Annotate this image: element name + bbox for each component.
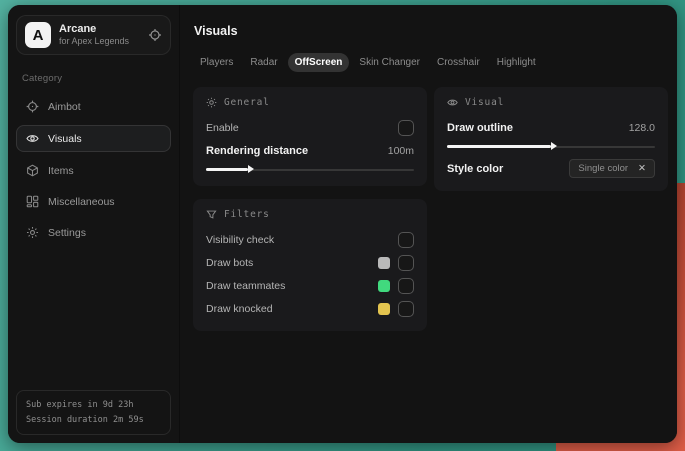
draw-outline-slider[interactable] — [447, 141, 655, 152]
cube-icon — [26, 164, 39, 177]
sidebar-item-label: Settings — [48, 226, 86, 239]
sidebar-item-label: Visuals — [48, 132, 82, 145]
sun-icon — [206, 97, 217, 108]
general-panel: General Enable Rendering distance 100m — [193, 87, 427, 186]
general-panel-title: General — [224, 97, 270, 108]
enable-row: Enable — [206, 117, 414, 138]
page-title: Visuals — [194, 24, 238, 38]
draw-knocked-checkbox[interactable] — [398, 300, 414, 317]
sidebar: A Arcane for Apex Legends Category Aimbo… — [8, 5, 180, 443]
filters-panel: Filters Visibility check Draw bots Draw … — [193, 199, 427, 331]
draw-bots-checkbox[interactable] — [398, 254, 414, 271]
tab-bar: Players Radar OffScreen Skin Changer Cro… — [193, 53, 668, 72]
tab-players[interactable]: Players — [193, 53, 240, 72]
crosshair-icon — [26, 100, 39, 113]
draw-teammates-row: Draw teammates — [206, 275, 414, 296]
draw-outline-row: Draw outline 128.0 — [447, 117, 655, 138]
draw-knocked-color-swatch[interactable] — [378, 302, 390, 315]
visual-panel: Visual Draw outline 128.0 Style color Si… — [434, 87, 668, 191]
style-color-row: Style color Single color ✕ — [447, 158, 655, 179]
visual-panel-header: Visual — [447, 97, 655, 108]
enable-checkbox[interactable] — [398, 119, 414, 136]
filters-panel-title: Filters — [224, 209, 270, 220]
rendering-distance-slider[interactable] — [206, 164, 414, 175]
sidebar-item-label: Miscellaneous — [48, 195, 115, 208]
tab-highlight[interactable]: Highlight — [490, 53, 543, 72]
sidebar-item-settings[interactable]: Settings — [16, 220, 171, 245]
sidebar-item-visuals[interactable]: Visuals — [16, 125, 171, 152]
draw-bots-row: Draw bots — [206, 252, 414, 273]
draw-bots-label: Draw bots — [206, 256, 254, 269]
style-color-select[interactable]: Single color ✕ — [569, 159, 655, 178]
draw-knocked-label: Draw knocked — [206, 302, 273, 315]
session-duration-text: Session duration 2m 59s — [26, 415, 144, 426]
draw-teammates-checkbox[interactable] — [398, 277, 414, 294]
target-icon[interactable] — [148, 28, 162, 42]
general-panel-header: General — [206, 97, 414, 108]
draw-knocked-row: Draw knocked — [206, 298, 414, 319]
app-header-card: A Arcane for Apex Legends — [16, 15, 171, 55]
visibility-check-row: Visibility check — [206, 229, 414, 250]
rendering-distance-label: Rendering distance — [206, 144, 309, 157]
slider-thumb[interactable] — [551, 142, 557, 150]
sidebar-item-miscellaneous[interactable]: Miscellaneous — [16, 189, 171, 214]
draw-outline-value: 128.0 — [628, 121, 655, 134]
visual-panel-title: Visual — [465, 97, 505, 108]
subscription-info-card: Sub expires in 9d 23h Session duration 2… — [16, 390, 171, 435]
main-content: Visuals Players Radar OffScreen Skin Cha… — [180, 5, 677, 443]
panel-grid: General Enable Rendering distance 100m V… — [193, 87, 668, 331]
slider-thumb[interactable] — [247, 165, 254, 173]
tab-offscreen[interactable]: OffScreen — [287, 53, 350, 72]
eye-icon — [447, 97, 458, 108]
sidebar-item-label: Items — [48, 164, 74, 177]
tab-radar[interactable]: Radar — [243, 53, 284, 72]
app-name: Arcane — [59, 22, 97, 35]
style-color-value: Single color — [578, 163, 629, 174]
draw-teammates-color-swatch[interactable] — [378, 279, 390, 292]
rendering-distance-row: Rendering distance 100m — [206, 140, 414, 161]
visibility-check-checkbox[interactable] — [398, 231, 414, 248]
app-window: A Arcane for Apex Legends Category Aimbo… — [8, 5, 677, 443]
app-meta: Arcane for Apex Legends — [59, 23, 129, 48]
gear-icon — [26, 226, 39, 239]
draw-outline-label: Draw outline — [447, 121, 514, 134]
enable-label: Enable — [206, 121, 239, 134]
style-color-label: Style color — [447, 162, 504, 175]
sidebar-item-label: Aimbot — [48, 100, 81, 113]
sub-expires-text: Sub expires in 9d 23h — [26, 400, 134, 411]
draw-teammates-label: Draw teammates — [206, 279, 286, 292]
visibility-check-label: Visibility check — [206, 233, 275, 246]
category-label: Category — [22, 73, 63, 84]
funnel-icon — [206, 209, 217, 220]
filters-panel-header: Filters — [206, 209, 414, 220]
close-icon[interactable]: ✕ — [638, 163, 646, 174]
app-logo: A — [25, 22, 51, 48]
rendering-distance-value: 100m — [387, 144, 414, 157]
draw-bots-color-swatch[interactable] — [378, 256, 390, 269]
sidebar-item-aimbot[interactable]: Aimbot — [16, 94, 171, 119]
eye-icon — [26, 132, 39, 145]
app-subtitle: for Apex Legends — [59, 36, 130, 47]
tab-crosshair[interactable]: Crosshair — [430, 53, 487, 72]
grid-icon — [26, 195, 39, 208]
sidebar-item-items[interactable]: Items — [16, 158, 171, 183]
tab-skin-changer[interactable]: Skin Changer — [352, 53, 427, 72]
